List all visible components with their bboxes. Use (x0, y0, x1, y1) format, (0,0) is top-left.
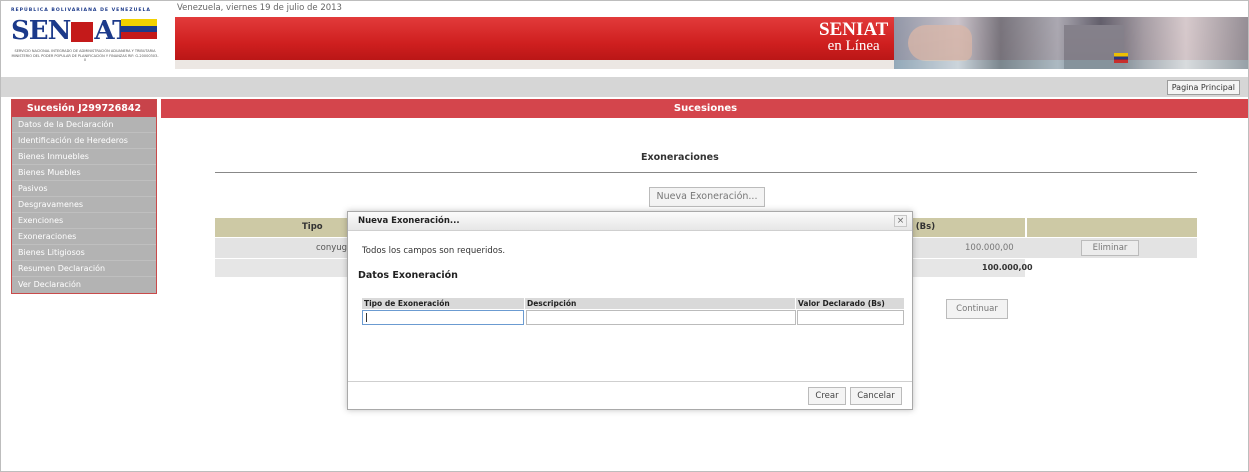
logo-left-text: SEN (11, 16, 71, 46)
dialog-footer-divider (348, 381, 912, 382)
label-tipo-exoneracion: Tipo de Exoneración (362, 298, 524, 309)
sidebar-item-exoneraciones[interactable]: Exoneraciones (12, 229, 156, 245)
sidebar-item-ver-declaracion[interactable]: Ver Declaración (12, 277, 156, 293)
nueva-exoneracion-button[interactable]: Nueva Exoneración... (649, 187, 765, 207)
keyboard-hand-image (908, 25, 972, 61)
continuar-button[interactable]: Continuar (946, 299, 1008, 319)
cell-total: 100.000,00 (982, 263, 1033, 272)
sidebar: Sucesión J299726842 Datos de la Declarac… (11, 99, 157, 294)
sidebar-item-bienes-muebles[interactable]: Bienes Muebles (12, 165, 156, 181)
column-separator (1025, 218, 1027, 237)
column-header-tipo: Tipo (302, 222, 323, 232)
sidebar-item-desgravamenes[interactable]: Desgravamenes (12, 197, 156, 213)
seniat-en-linea-brand: SENIAT en Línea (819, 19, 889, 55)
page-frame: REPÚBLICA BOLIVARIANA DE VENEZUELA SEN AT… (0, 0, 1249, 472)
dialog-title: Nueva Exoneración... (358, 216, 460, 226)
sidebar-title: Sucesión J299726842 (12, 100, 156, 117)
label-descripcion: Descripción (525, 298, 795, 309)
site-header: REPÚBLICA BOLIVARIANA DE VENEZUELA SEN AT… (1, 1, 1248, 77)
venezuela-flag-icon (121, 19, 157, 39)
dialog-titlebar[interactable]: Nueva Exoneración... × (348, 212, 912, 231)
header-photo-strip (894, 17, 1248, 69)
dialog-section-title: Datos Exoneración (358, 270, 458, 281)
label-valor-declarado: Valor Declarado (Bs) (796, 298, 904, 309)
sidebar-item-bienes-litigiosos[interactable]: Bienes Litigiosos (12, 245, 156, 261)
seniat-logo[interactable]: REPÚBLICA BOLIVARIANA DE VENEZUELA SEN AT… (9, 7, 161, 69)
header-date: Venezuela, viernes 19 de julio de 2013 (177, 3, 342, 13)
pagina-principal-button[interactable]: Pagina Principal (1166, 80, 1240, 95)
text-caret (366, 313, 367, 322)
cell-tipo: conyug (316, 243, 348, 253)
required-note: Todos los campos son requeridos. (362, 246, 506, 256)
sidebar-item-bienes-inmuebles[interactable]: Bienes Inmuebles (12, 149, 156, 165)
section-divider (215, 172, 1197, 173)
sidebar-item-datos-declaracion[interactable]: Datos de la Declaración (12, 117, 156, 133)
nueva-exoneracion-dialog: Nueva Exoneración... × Todos los campos … (347, 211, 913, 410)
content-header: Sucesiones (161, 99, 1248, 118)
tipo-exoneracion-input[interactable] (362, 310, 524, 325)
logo-republica-text: REPÚBLICA BOLIVARIANA DE VENEZUELA (11, 8, 151, 13)
cancelar-button[interactable]: Cancelar (850, 387, 902, 405)
brand-line-2: en Línea (827, 38, 880, 54)
building-flag-image (1114, 53, 1128, 63)
eliminar-button[interactable]: Eliminar (1081, 240, 1139, 256)
sidebar-item-herederos[interactable]: Identificación de Herederos (12, 133, 156, 149)
logo-subtitle: SERVICIO NACIONAL INTEGRADO DE ADMINISTR… (11, 49, 159, 62)
valor-declarado-input[interactable] (797, 310, 904, 325)
sidebar-item-exenciones[interactable]: Exenciones (12, 213, 156, 229)
sidebar-item-resumen[interactable]: Resumen Declaración (12, 261, 156, 277)
section-title: Exoneraciones (641, 152, 719, 163)
sidebar-item-pasivos[interactable]: Pasivos (12, 181, 156, 197)
brand-line-1: SENIAT (819, 19, 889, 40)
close-icon[interactable]: × (894, 215, 907, 227)
cell-valor: 100.000,00 (965, 243, 1014, 253)
descripcion-input[interactable] (526, 310, 796, 325)
logo-i-block (71, 22, 94, 42)
logo-wordmark: SEN AT (11, 16, 131, 46)
top-nav-bar: Pagina Principal (1, 77, 1248, 97)
crear-button[interactable]: Crear (808, 387, 846, 405)
